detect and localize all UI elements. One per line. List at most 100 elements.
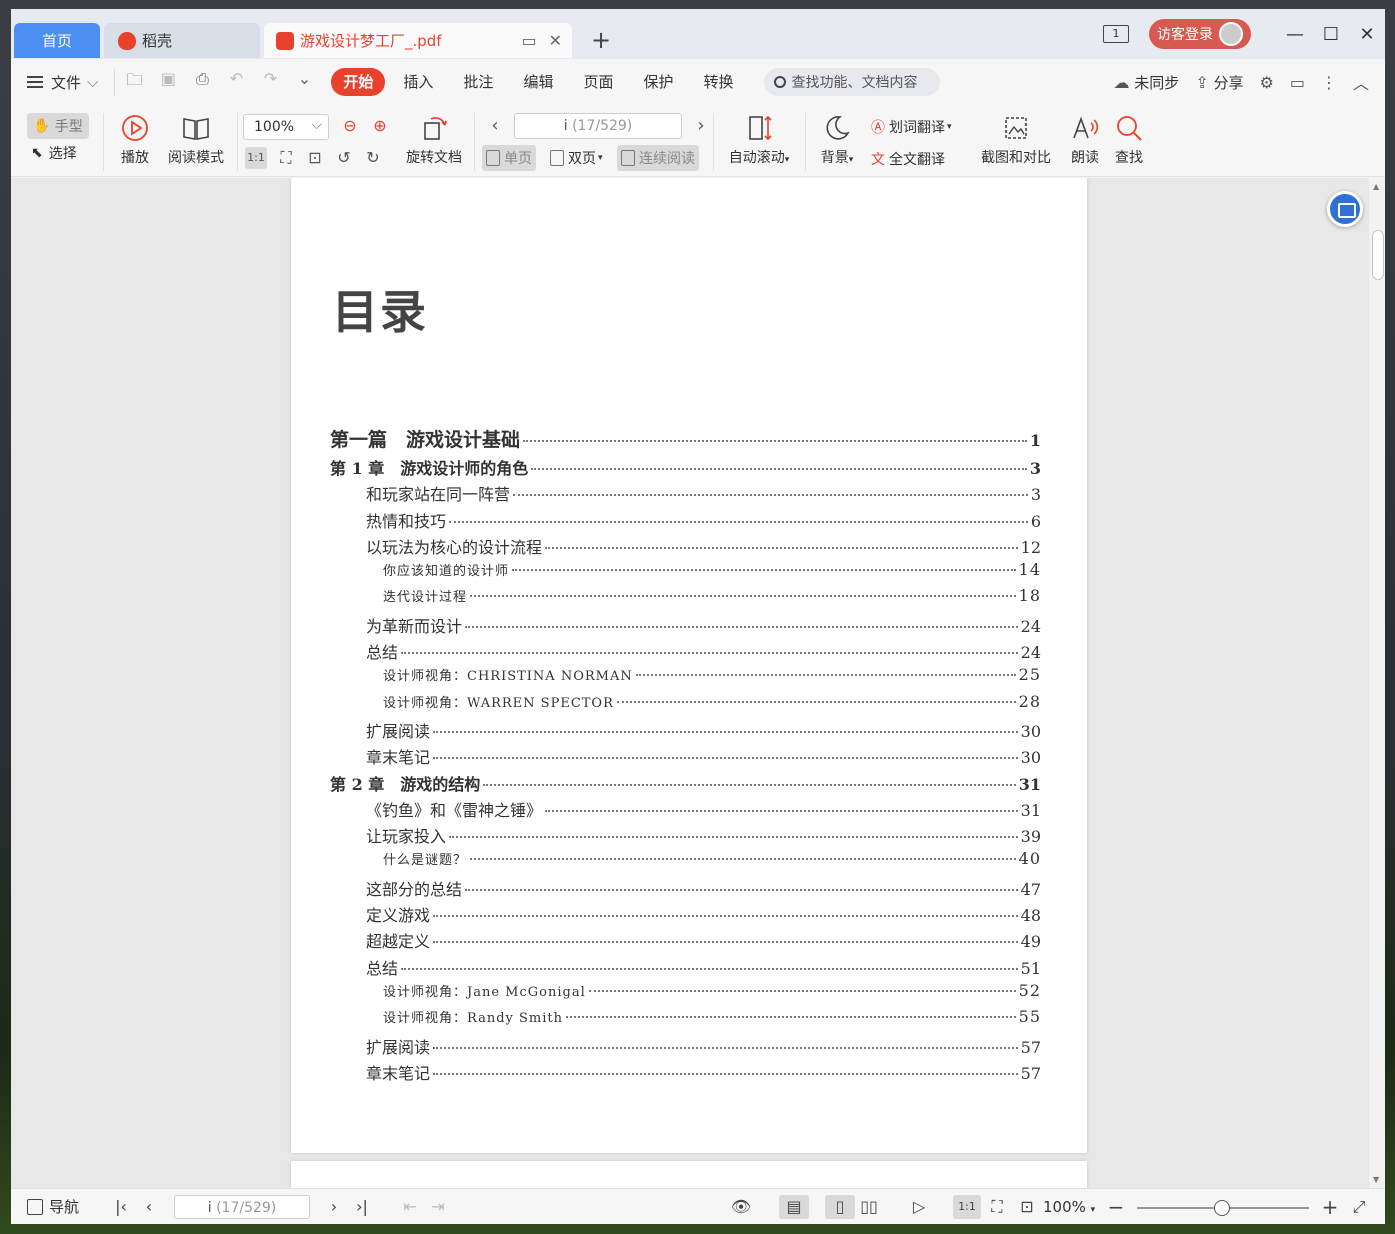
maximize-icon[interactable]: ☐ — [1313, 24, 1349, 45]
zoom-slider-knob[interactable] — [1214, 1200, 1230, 1216]
screenshot-compare-button[interactable]: 截图和对比 — [975, 113, 1057, 167]
tab-protect[interactable]: 保护 — [631, 68, 685, 96]
play-button[interactable]: 播放 — [115, 113, 155, 167]
zoom-out-icon[interactable]: − — [1104, 1195, 1128, 1219]
actual-size-icon[interactable]: 1:1 — [953, 1195, 981, 1219]
single-view-icon[interactable]: ▯ — [825, 1195, 855, 1219]
double-page-button[interactable]: 双页 ▾ — [546, 145, 607, 171]
customize-dropdown-icon[interactable]: ⌄ — [295, 69, 313, 96]
tab-home[interactable]: 首页 — [14, 23, 100, 58]
tab-insert[interactable]: 插入 — [391, 68, 445, 96]
close-window-icon[interactable]: ✕ — [1349, 24, 1385, 45]
scroll-up-arrow-icon[interactable]: ▲ — [1373, 182, 1379, 191]
toc-entry-title: 迭代设计过程 — [383, 590, 468, 606]
toc-leader-dots — [433, 915, 1018, 918]
open-folder-icon[interactable]: 🗀 — [125, 69, 143, 96]
pdf-next-page — [291, 1161, 1087, 1188]
toc-leader-dots — [523, 440, 1027, 442]
scroll-down-arrow-icon[interactable]: ▼ — [1373, 1175, 1379, 1184]
vertical-scrollbar[interactable]: ▲ ▼ — [1369, 178, 1385, 1188]
tab-start[interactable]: 开始 — [331, 68, 386, 96]
fit-width-icon[interactable]: ⊡ — [1015, 1195, 1039, 1219]
tab-convert[interactable]: 转换 — [691, 68, 745, 96]
print-icon[interactable]: ⎙ — [193, 69, 211, 96]
sync-status[interactable]: ☁ 未同步 — [1114, 72, 1180, 93]
back-icon[interactable]: ⇤ — [398, 1195, 422, 1219]
last-page-icon[interactable]: ›| — [350, 1195, 374, 1219]
convert-float-button[interactable] — [1327, 191, 1363, 227]
zoom-out-icon[interactable]: ⊖ — [339, 115, 361, 137]
collapse-ribbon-icon[interactable]: ︿ — [1353, 70, 1369, 94]
play-icon[interactable]: ▷ — [907, 1195, 931, 1219]
zoom-in-icon[interactable]: + — [1318, 1195, 1342, 1219]
toc-entry: 扩展阅读 57 — [330, 1034, 1041, 1060]
previous-page-icon[interactable]: ‹ — [484, 115, 506, 137]
single-page-icon — [486, 150, 500, 166]
minimize-icon[interactable]: — — [1277, 24, 1313, 45]
save-icon[interactable]: ▣ — [159, 69, 177, 96]
single-page-button[interactable]: 单页 — [482, 145, 536, 171]
tab-document[interactable]: 游戏设计梦工厂_.pdf ▭ ✕ — [264, 23, 572, 58]
file-menu[interactable]: 文件 ⌵ — [27, 72, 98, 93]
actual-size-icon[interactable]: 1:1 — [245, 147, 267, 169]
redo-icon[interactable]: ↷ — [261, 69, 279, 96]
read-aloud-button[interactable]: 朗读 — [1067, 113, 1103, 167]
settings-gear-icon[interactable]: ⚙ — [1260, 73, 1274, 92]
rotate-left-icon[interactable]: ↺ — [333, 147, 355, 169]
fit-page-icon[interactable]: ⛶ — [985, 1195, 1009, 1219]
toc-leader-dots — [566, 1016, 1016, 1019]
tab-page[interactable]: 页面 — [571, 68, 625, 96]
read-mode-button[interactable]: 阅读模式 — [163, 113, 229, 167]
navigation-toggle[interactable]: 导航 — [27, 1195, 79, 1219]
scrollbar-thumb[interactable] — [1372, 230, 1384, 280]
zoom-slider[interactable] — [1137, 1200, 1309, 1216]
toc-entry-title: 总结 — [366, 643, 399, 663]
rotate-right-icon[interactable]: ↻ — [362, 147, 384, 169]
select-tool-button[interactable]: ⬉ 选择 — [31, 143, 77, 163]
first-page-icon[interactable]: |‹ — [109, 1195, 133, 1219]
auto-scroll-button[interactable]: 自动滚动▾ — [723, 113, 795, 167]
window-count-icon[interactable]: 1 — [1103, 25, 1129, 43]
pin-screen-icon[interactable]: ▭ — [521, 31, 536, 50]
share-button[interactable]: ⇪ 分享 — [1195, 72, 1243, 93]
tab-edit[interactable]: 编辑 — [511, 68, 565, 96]
avatar — [1219, 22, 1243, 46]
status-zoom-select[interactable]: 100% ▾ — [1043, 1195, 1095, 1219]
undo-icon[interactable]: ↶ — [227, 69, 245, 96]
toc-leader-dots — [401, 652, 1018, 655]
zoom-select[interactable]: 100% — [243, 113, 329, 140]
zoom-in-icon[interactable]: ⊕ — [369, 115, 391, 137]
continuous-view-icon[interactable]: ▤ — [779, 1195, 809, 1219]
find-button[interactable]: 查找 — [1111, 113, 1147, 167]
guest-login-button[interactable]: 访客登录 — [1149, 19, 1251, 49]
word-translate-button[interactable]: Ⓐ 划词翻译 ▾ — [871, 117, 952, 137]
eye-protection-icon[interactable]: 👁 — [729, 1195, 753, 1219]
document-viewport[interactable]: 目录 第一篇 游戏设计基础 1 第 1 章 游戏设计师的角色 3 和玩家站在同一阵营 3 热… — [11, 178, 1385, 1188]
hand-tool-button[interactable]: ✋ 手型 — [27, 113, 89, 139]
previous-page-icon[interactable]: ‹ — [137, 1195, 161, 1219]
page-current: i — [563, 118, 568, 134]
comment-icon[interactable]: ▭ — [1290, 73, 1305, 92]
rotate-document-button[interactable]: 旋转文档 — [401, 113, 467, 167]
fit-page-icon[interactable]: ⛶ — [275, 147, 297, 169]
continuous-read-button[interactable]: 连续阅读 — [617, 145, 699, 171]
status-page-input[interactable]: i (17/529) — [174, 1195, 310, 1219]
close-tab-icon[interactable]: ✕ — [549, 31, 562, 50]
background-button[interactable]: 背景▾ — [813, 113, 861, 167]
more-options-icon[interactable]: ⋮ — [1321, 73, 1337, 92]
fullscreen-icon[interactable]: ⤢ — [1347, 1195, 1371, 1219]
next-page-icon[interactable]: › — [322, 1195, 346, 1219]
feature-search-input[interactable]: 查找功能、文档内容 — [763, 68, 940, 96]
double-view-icon[interactable]: ▯▯ — [857, 1195, 881, 1219]
full-translate-button[interactable]: 文 全文翻译 — [871, 149, 945, 169]
new-tab-button[interactable]: + — [591, 27, 611, 53]
page-number-input[interactable]: i (17/529) — [514, 113, 682, 139]
toc-entry: 以玩法为核心的设计流程 12 — [330, 534, 1041, 560]
forward-icon[interactable]: ⇥ — [426, 1195, 450, 1219]
tab-daoke[interactable]: 稻壳 — [104, 23, 260, 58]
toc-leader-dots — [433, 1046, 1018, 1049]
fit-width-icon[interactable]: ⊡ — [304, 147, 326, 169]
tab-annotate[interactable]: 批注 — [451, 68, 505, 96]
toc-entry: 这部分的总结 47 — [330, 876, 1041, 902]
next-page-icon[interactable]: › — [690, 115, 712, 137]
